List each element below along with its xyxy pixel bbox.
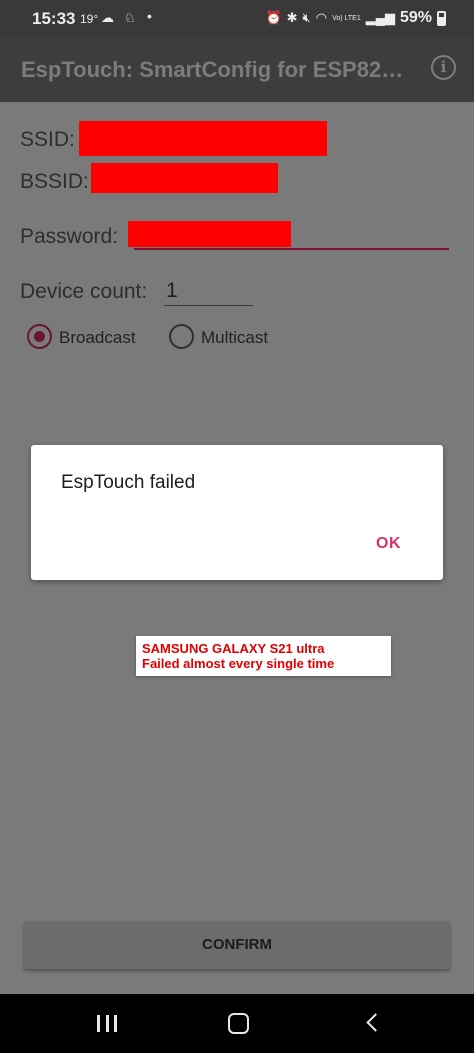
ssid-label: SSID: xyxy=(20,128,75,151)
status-time: 15:33 xyxy=(32,9,76,28)
dialog-message: EspTouch failed xyxy=(61,472,196,493)
ssid-value-redacted xyxy=(79,121,327,156)
bssid-label: BSSID: xyxy=(20,170,89,193)
battery-percent: 59% xyxy=(399,9,432,26)
volte-icon: Vo) LTE1 xyxy=(332,14,361,22)
bluetooth-icon: ✱ xyxy=(286,10,298,25)
alarm-icon: ⏰ xyxy=(265,10,282,25)
ok-button[interactable]: OK xyxy=(376,535,401,553)
navigation-bar xyxy=(0,994,474,1053)
multicast-label[interactable]: Multicast xyxy=(201,328,268,348)
broadcast-label[interactable]: Broadcast xyxy=(59,328,136,348)
device-count-underline xyxy=(164,305,253,306)
annotation-line-1: SAMSUNG GALAXY S21 ultra xyxy=(142,641,325,656)
password-field-redacted[interactable] xyxy=(128,221,291,247)
password-underline xyxy=(134,248,449,250)
password-label: Password: xyxy=(20,225,119,248)
signal-icon: ▂▄▆ xyxy=(365,10,395,25)
app-bar: EspTouch: SmartConfig for ESP8266, ESP32… xyxy=(0,36,474,102)
status-icons: ⏰ ✱ 🔇︎ ◠ Vo) LTE1 ▂▄▆ 59% xyxy=(265,9,446,27)
notification-app-icon: ♘ xyxy=(124,10,136,25)
mute-icon: 🔇︎ xyxy=(302,10,311,25)
home-icon[interactable] xyxy=(228,1013,249,1034)
app-title: EspTouch: SmartConfig for ESP8266, ESP32 xyxy=(21,57,406,82)
annotation-note: SAMSUNG GALAXY S21 ultra Failed almost e… xyxy=(136,636,391,676)
notification-dot-icon: • xyxy=(147,8,152,24)
annotation-line-2: Failed almost every single time xyxy=(142,656,335,671)
error-dialog: EspTouch failed OK xyxy=(31,445,443,580)
bssid-value-redacted xyxy=(91,163,278,193)
confirm-button[interactable]: CONFIRM xyxy=(24,921,450,969)
status-bar: 15:33 19° ☁ ♘ • ⏰ ✱ 🔇︎ ◠ Vo) LTE1 ▂▄▆ 59… xyxy=(0,0,474,36)
battery-icon xyxy=(437,10,446,26)
device-count-input[interactable]: 1 xyxy=(166,279,178,303)
info-icon[interactable]: i xyxy=(431,55,456,80)
broadcast-radio[interactable] xyxy=(27,324,52,349)
device-count-label: Device count: xyxy=(20,280,148,303)
wifi-icon: ◠ xyxy=(315,10,328,25)
recent-apps-icon[interactable] xyxy=(97,1015,117,1032)
multicast-radio[interactable] xyxy=(169,324,194,349)
back-icon[interactable] xyxy=(366,1013,385,1032)
status-temperature: 19° xyxy=(80,12,99,26)
weather-icon: ☁ xyxy=(101,10,114,25)
